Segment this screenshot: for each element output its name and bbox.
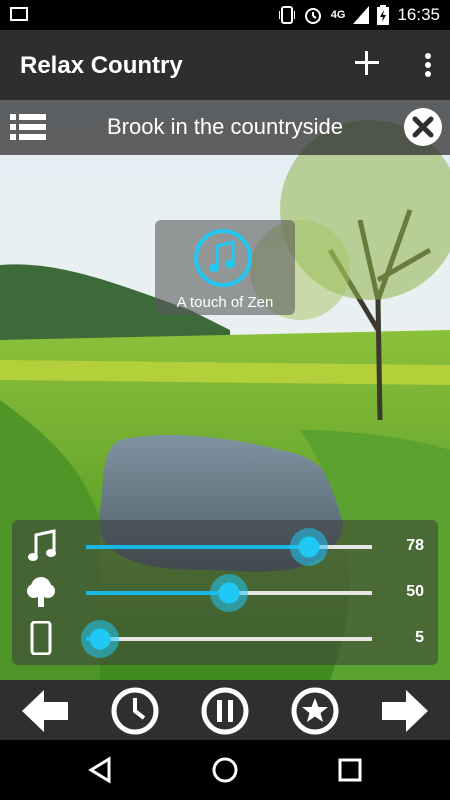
scene-background: Brook in the countryside A touch of Zen … xyxy=(0,100,450,680)
alarm-icon xyxy=(304,8,321,24)
app-bar: Relax Country xyxy=(0,30,450,100)
slider-value: 5 xyxy=(415,629,424,646)
timer-icon[interactable] xyxy=(110,686,160,736)
app-title: Relax Country xyxy=(20,52,183,79)
next-arrow-icon[interactable] xyxy=(380,686,430,736)
slider-value: 50 xyxy=(406,583,424,600)
preset-button[interactable]: A touch of Zen xyxy=(155,220,295,315)
track-bar: Brook in the countryside xyxy=(0,100,450,155)
slider-value: 78 xyxy=(406,537,424,554)
slider-row-nature: 50 xyxy=(12,572,438,612)
phone-icon xyxy=(30,621,52,655)
clock: 16:35 xyxy=(397,5,440,24)
recents-icon[interactable] xyxy=(335,755,365,785)
slider-thumb[interactable] xyxy=(210,574,248,612)
slider-fill xyxy=(86,545,310,549)
pause-icon[interactable] xyxy=(200,686,250,736)
nature-volume-slider[interactable] xyxy=(86,574,372,612)
tree-icon xyxy=(27,577,55,607)
add-icon[interactable] xyxy=(352,48,382,78)
mixer-panel: 78 50 5 xyxy=(12,520,438,665)
system-navigation-bar xyxy=(0,740,450,800)
battery-icon xyxy=(377,5,390,25)
slider-row-music: 78 xyxy=(12,526,438,566)
track-title: Brook in the countryside xyxy=(106,114,344,139)
back-icon[interactable] xyxy=(85,755,115,785)
slider-row-phone: 5 xyxy=(12,618,438,658)
music-note-icon xyxy=(28,529,56,561)
favorite-star-icon[interactable] xyxy=(290,686,340,736)
slider-fill xyxy=(86,591,229,595)
overflow-menu-icon[interactable] xyxy=(424,52,432,78)
close-icon[interactable] xyxy=(402,106,444,148)
phone-volume-slider[interactable] xyxy=(81,620,372,658)
slider-thumb[interactable] xyxy=(290,528,329,566)
music-note-icon xyxy=(194,229,252,287)
status-bar: 4G 16:35 xyxy=(0,0,450,30)
home-icon[interactable] xyxy=(210,755,240,785)
previous-arrow-icon[interactable] xyxy=(20,686,70,736)
gallery-icon xyxy=(10,7,28,21)
signal-icon xyxy=(353,6,370,24)
slider-thumb[interactable] xyxy=(81,620,120,658)
playback-controls xyxy=(0,680,450,740)
preset-label: A touch of Zen xyxy=(176,294,274,311)
network-type: 4G xyxy=(330,9,346,21)
music-volume-slider[interactable] xyxy=(86,528,372,566)
vibrate-icon xyxy=(278,6,295,24)
